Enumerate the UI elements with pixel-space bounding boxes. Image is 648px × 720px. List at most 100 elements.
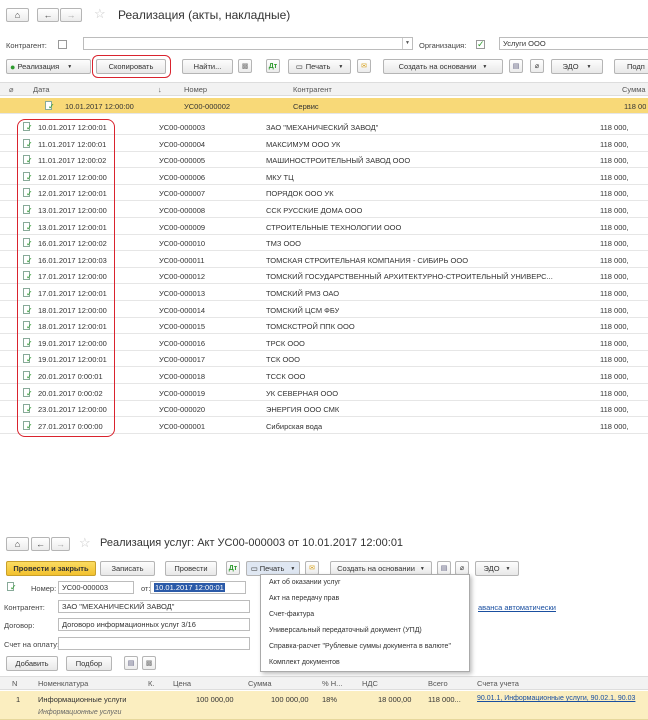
forward-button-2[interactable]: →: [51, 537, 70, 551]
number-label: Номер:: [31, 584, 57, 593]
row-sum: 118 000,: [600, 156, 629, 166]
report-button[interactable]: ▤: [509, 59, 523, 73]
row-number: УС00-000017: [159, 355, 206, 365]
organization-filter-label: Организация:: [419, 41, 467, 50]
paste-row-button[interactable]: ▩: [142, 656, 156, 670]
items-table-row[interactable]: 1 Информационные услуги Информационные у…: [0, 691, 648, 720]
document-posted-icon: ✓: [7, 582, 17, 592]
post-and-close-button[interactable]: Провести и закрыть: [6, 561, 96, 576]
row-counterparty: ТОМСКАЯ СТРОИТЕЛЬНАЯ КОМПАНИЯ - СИБИРЬ О…: [266, 255, 469, 265]
contract-field[interactable]: Договоро информационных услуг 3/16: [58, 618, 250, 631]
chevron-down-icon[interactable]: ▼: [402, 38, 412, 49]
row-number: УС00-000016: [159, 338, 206, 348]
post-document-button-2[interactable]: Дт: [226, 561, 240, 575]
column-total[interactable]: Всего: [428, 679, 448, 688]
row-sum: 118 000,: [600, 305, 629, 315]
row-counterparty: МАШИНОСТРОИТЕЛЬНЫЙ ЗАВОД ООО: [266, 156, 411, 166]
back-button[interactable]: ←: [37, 8, 59, 22]
email-button[interactable]: ✉: [357, 59, 371, 73]
attachment-column-icon: ⌀: [9, 85, 14, 94]
advance-auto-link[interactable]: аванса автоматически: [478, 603, 556, 612]
report-button-2[interactable]: ▤: [437, 561, 451, 575]
item-sum: 100 000,00: [271, 695, 309, 704]
row-date: 10.01.2017 12:00:00: [65, 102, 134, 111]
realization-dropdown-button[interactable]: ● Реализация ▼: [6, 59, 91, 74]
row-sum: 118 000,: [600, 206, 629, 215]
forward-button[interactable]: →: [60, 8, 82, 22]
print-menu-item-currency-statement[interactable]: Справка-расчет "Рублевые суммы документа…: [261, 639, 469, 655]
find-button[interactable]: Найти...: [182, 59, 233, 74]
date-field[interactable]: 10.01.2017 12:00:01: [150, 581, 246, 594]
row-number: УС00-000019: [159, 388, 206, 398]
column-account[interactable]: Счета учета: [477, 679, 519, 688]
column-vat[interactable]: НДС: [362, 679, 378, 688]
kontragent-value: ЗАО "МЕХАНИЧЕСКИЙ ЗАВОД": [62, 602, 175, 611]
organization-filter-checkbox[interactable]: ✓: [476, 40, 485, 49]
post-and-close-label: Провести и закрыть: [13, 564, 89, 573]
column-date[interactable]: Дата: [33, 85, 50, 94]
back-button-2[interactable]: ←: [31, 537, 50, 551]
favorite-star-icon[interactable]: ☆: [79, 535, 91, 551]
row-sum: 118 000,: [600, 338, 629, 348]
table-row-selected[interactable]: ✓ 10.01.2017 12:00:00 УС00-000002 Сервис…: [0, 98, 648, 114]
item-n: 1: [16, 695, 21, 704]
row-sum: 118 000,: [600, 421, 629, 431]
row-number: УС00-000003: [159, 123, 206, 132]
number-field[interactable]: УС00-000003: [58, 581, 134, 594]
print-menu-item-document-set[interactable]: Комплект документов: [261, 655, 469, 671]
clear-search-button[interactable]: ▩: [238, 59, 252, 73]
email-button-2[interactable]: ✉: [305, 561, 319, 575]
column-sum[interactable]: Сумма: [248, 679, 272, 688]
attach-button[interactable]: ⌀: [530, 59, 544, 73]
print-menu-item-invoice[interactable]: Счет-фактура: [261, 607, 469, 623]
row-counterparty: ТОМСКИЙ РМЗ ОАО: [266, 289, 340, 298]
add-button[interactable]: Добавить: [6, 656, 58, 671]
number-value: УС00-000003: [62, 583, 109, 592]
row-counterparty: ТОМСКСТРОЙ ППК ООО: [266, 322, 355, 332]
row-counterparty: ЭНЕРГИЯ ООО СМК: [266, 405, 340, 415]
save-button[interactable]: Записать: [100, 561, 155, 576]
post-button[interactable]: Провести: [165, 561, 217, 576]
post-document-button[interactable]: Дт: [266, 59, 280, 73]
copy-row-button[interactable]: ▤: [124, 656, 138, 670]
column-price[interactable]: Цена: [173, 679, 191, 688]
home-button-2[interactable]: ⌂: [6, 537, 29, 551]
post-document-icon: Дт: [268, 62, 278, 70]
paperclip-icon: ⌀: [534, 63, 540, 70]
print-menu-item-act[interactable]: Акт об оказании услуг: [261, 575, 469, 591]
item-price: 100 000,00: [196, 695, 234, 704]
organization-filter-input[interactable]: Услуги ООО: [499, 37, 648, 50]
column-vat-pct[interactable]: % Н...: [322, 679, 342, 688]
sign-button[interactable]: Подп: [614, 59, 648, 74]
column-n[interactable]: N: [12, 679, 17, 688]
invoice-field[interactable]: [58, 637, 250, 650]
realization-label: Реализация: [17, 62, 60, 71]
contract-value: Договоро информационных услуг 3/16: [62, 620, 196, 629]
column-number[interactable]: Номер: [184, 85, 207, 94]
print-dropdown-button[interactable]: ▭ Печать ▼: [288, 59, 351, 74]
edo-dropdown-button-2[interactable]: ЭДО ▼: [475, 561, 519, 576]
sign-label: Подп: [627, 62, 645, 71]
column-counterparty[interactable]: Контрагент: [293, 85, 332, 94]
kontragent-filter-checkbox[interactable]: [58, 40, 67, 49]
home-button[interactable]: ⌂: [6, 8, 29, 22]
create-based-on-label: Создать на основании: [337, 564, 415, 573]
item-vat: 18 000,00: [378, 695, 412, 704]
print-menu-item-rights-act[interactable]: Акт на передачу прав: [261, 591, 469, 607]
kontragent-filter-input[interactable]: ▼: [83, 37, 413, 50]
create-based-on-button[interactable]: Создать на основании ▼: [383, 59, 503, 74]
favorite-star-icon[interactable]: ☆: [94, 6, 106, 22]
edo-dropdown-button[interactable]: ЭДО ▼: [551, 59, 603, 74]
add-circle-icon: ●: [10, 61, 16, 72]
row-sum: 118 000,: [600, 388, 629, 398]
column-sum[interactable]: Сумма: [622, 85, 646, 94]
printer-icon: ▭: [295, 62, 303, 71]
column-nomenclature[interactable]: Номенклатура: [38, 679, 88, 688]
item-account-link[interactable]: 90.01.1, Информационные услуги, 90.02.1,…: [477, 695, 635, 702]
column-k[interactable]: К.: [148, 679, 154, 688]
select-button[interactable]: Подбор: [66, 656, 112, 671]
kontragent-field[interactable]: ЗАО "МЕХАНИЧЕСКИЙ ЗАВОД": [58, 600, 250, 613]
print-menu-item-upd[interactable]: Универсальный передаточный документ (УПД…: [261, 623, 469, 639]
save-label: Записать: [111, 564, 144, 573]
attach-button-2[interactable]: ⌀: [455, 561, 469, 575]
